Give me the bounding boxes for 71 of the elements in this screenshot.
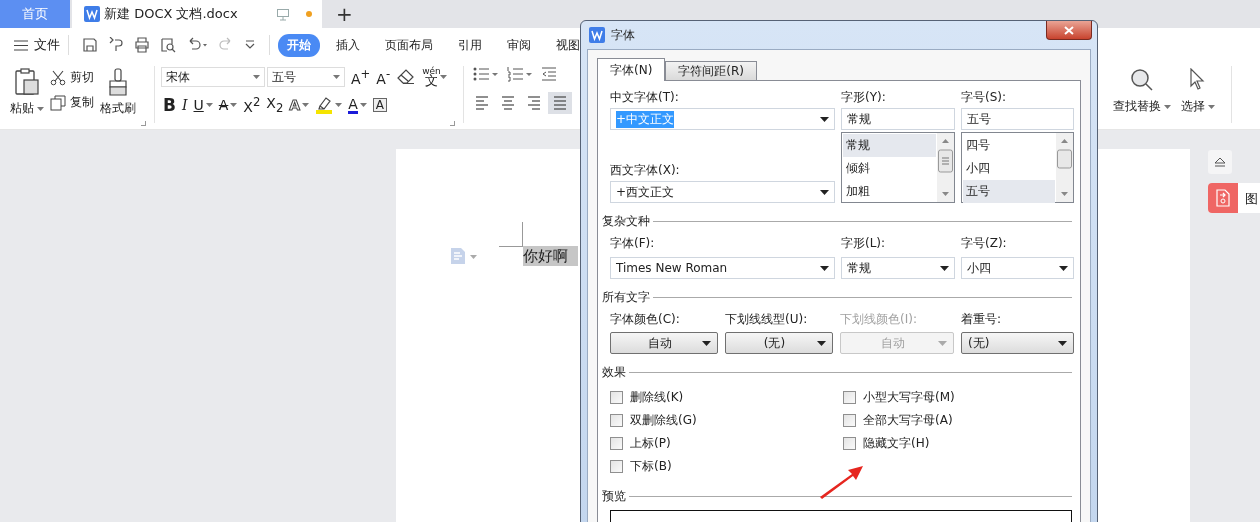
western-font-dropdown[interactable]: +西文正文 (610, 181, 835, 203)
list-item[interactable]: 小四 (963, 157, 1055, 180)
field-label: 西文字体(X): (610, 162, 681, 178)
document-tab-title: 新建 DOCX 文档.docx (104, 5, 238, 23)
section-heading: 复杂文种 (602, 213, 650, 230)
field-label: 着重号: (961, 311, 1003, 327)
dropdown-field[interactable]: 常规 (841, 257, 955, 279)
checkbox-option[interactable]: 隐藏文字(H) (843, 432, 955, 455)
file-menu-button[interactable]: 文件 (14, 36, 60, 54)
ribbon-tab[interactable]: 插入 (327, 33, 369, 57)
grow-font-button[interactable]: A$^{+}$ (349, 66, 373, 88)
cut-button[interactable]: 剪切 (50, 69, 94, 86)
field-label: 字形(Y): (841, 89, 887, 105)
dialog-tab[interactable]: 字体(N) (597, 58, 666, 81)
strikethrough-button[interactable]: A (216, 94, 240, 116)
ribbon-tab[interactable]: 引用 (449, 33, 491, 57)
document-tab[interactable]: 新建 DOCX 文档.docx (72, 0, 322, 28)
field-label: 下划线颜色(I): (840, 311, 918, 327)
checkbox-option[interactable]: 下标(B) (610, 455, 843, 478)
side-panel-label: 图 (1244, 190, 1258, 208)
pinyin-button[interactable]: wén 文 (420, 66, 449, 88)
field-label: 字体颜色(C): (610, 311, 681, 327)
superscript-button[interactable]: X$^{2}$ (241, 94, 263, 116)
dropdown-button[interactable]: (无) (725, 332, 833, 354)
list-item[interactable]: 五号 (963, 180, 1055, 203)
underline-button[interactable]: U (191, 94, 215, 116)
side-panel-tab[interactable]: 图 (1208, 183, 1260, 213)
find-replace-button[interactable]: 查找替换 (1113, 66, 1171, 129)
ribbon-tab[interactable]: 页面布局 (376, 33, 442, 57)
field-label: 字号(S): (961, 89, 1008, 105)
paste-button[interactable]: 粘贴 (10, 66, 44, 129)
font-size-dropdown[interactable]: 五号 (267, 67, 345, 87)
text-effect-button[interactable]: A (287, 94, 312, 116)
list-item[interactable]: 加粗 (843, 180, 936, 203)
italic-button[interactable]: I (179, 94, 190, 116)
section-heading: 所有文字 (602, 289, 650, 306)
format-painter-button[interactable]: 格式刷 (100, 66, 136, 129)
checkbox-option[interactable]: 小型大写字母(M) (843, 386, 955, 409)
ribbon-tab[interactable]: 视图 (547, 33, 589, 57)
list-item[interactable]: 倾斜 (843, 157, 936, 180)
dropdown-field[interactable]: 小四 (961, 257, 1074, 279)
dialog-tab[interactable]: 字符间距(R) (665, 61, 758, 80)
checkbox-option[interactable]: 双删除线(G) (610, 409, 843, 432)
field-label: 字号(Z): (961, 235, 1008, 251)
copy-button[interactable]: 复制 (50, 94, 94, 111)
list-item[interactable]: 常规 (843, 134, 936, 157)
bold-button[interactable]: B (161, 94, 178, 116)
ribbon-tab[interactable]: 审阅 (498, 33, 540, 57)
document-text: 你好啊 (523, 246, 578, 266)
section-heading: 效果 (602, 364, 626, 381)
checkbox-option[interactable]: 全部大写字母(A) (843, 409, 955, 432)
dialog-title: 字体 (611, 26, 635, 44)
dropdown-button[interactable]: (无) (961, 332, 1074, 354)
field-label: 字形(L): (841, 235, 887, 251)
select-button[interactable]: 选择 (1181, 66, 1215, 129)
shrink-font-button[interactable]: A$^{-}$ (374, 66, 393, 88)
checkbox-option[interactable]: 删除线(K) (610, 386, 843, 409)
field-label: 字体(F): (610, 235, 656, 251)
input-field[interactable]: 常规 (841, 108, 955, 130)
subscript-button[interactable]: X$_{2}$ (264, 94, 286, 116)
field-label: 中文字体(T): (610, 89, 680, 105)
new-tab-button[interactable]: + (336, 0, 353, 28)
list-item[interactable]: 四号 (963, 134, 1055, 157)
font-color-button[interactable]: A (346, 94, 369, 116)
field-label: 下划线线型(U): (725, 311, 809, 327)
dropdown-button[interactable]: 自动 (610, 332, 718, 354)
dropdown-field[interactable]: Times New Roman (610, 257, 835, 279)
font-name-dropdown[interactable]: 宋体 (161, 67, 265, 87)
input-field[interactable]: 五号 (961, 108, 1074, 130)
section-heading: 预览 (602, 488, 626, 505)
checkbox-option[interactable]: 上标(P) (610, 432, 843, 455)
